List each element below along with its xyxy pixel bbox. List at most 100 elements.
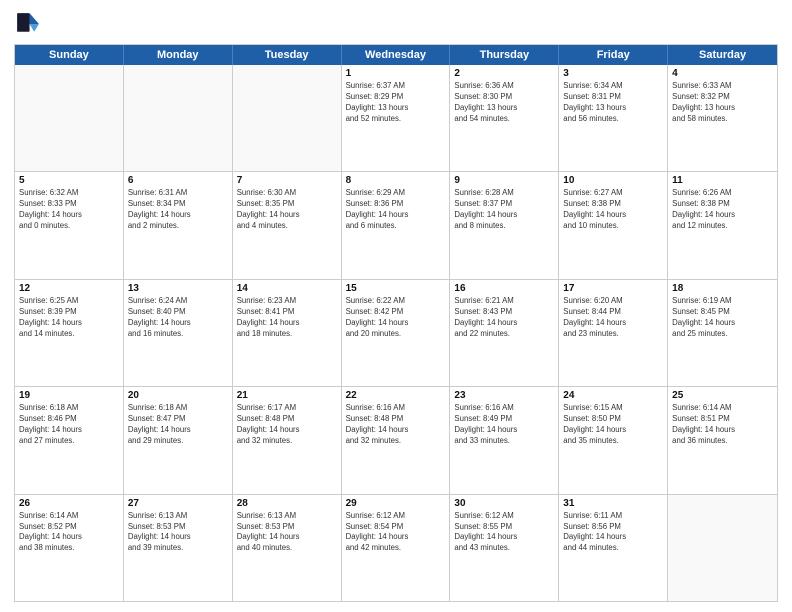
day-number: 31 — [563, 498, 663, 509]
day-number: 21 — [237, 390, 337, 401]
calendar-cell: 19 Sunrise: 6:18 AMSunset: 8:46 PMDayligh… — [15, 387, 124, 493]
logo-icon — [14, 10, 42, 38]
day-info: Sunrise: 6:13 AMSunset: 8:53 PMDaylight:… — [128, 511, 228, 555]
calendar-cell — [233, 65, 342, 171]
day-number: 15 — [346, 283, 446, 294]
day-info: Sunrise: 6:34 AMSunset: 8:31 PMDaylight:… — [563, 81, 663, 125]
calendar-header-tuesday: Tuesday — [233, 45, 342, 65]
calendar-cell: 29Sunrise: 6:12 AMSunset: 8:54 PMDayligh… — [342, 495, 451, 601]
day-info: Sunrise: 6:13 AMSunset: 8:53 PMDaylight:… — [237, 511, 337, 555]
calendar-cell: 25 Sunrise: 6:14 AMSunset: 8:51 PMDayligh… — [668, 387, 777, 493]
day-number: 9 — [454, 175, 554, 186]
day-info: Sunrise: 6:16 AMSunset: 8:49 PMDaylight:… — [454, 403, 554, 447]
day-number: 1 — [346, 68, 446, 79]
calendar-cell: 20Sunrise: 6:18 AMSunset: 8:47 PMDayligh… — [124, 387, 233, 493]
day-info: Sunrise: 6:24 AMSunset: 8:40 PMDaylight:… — [128, 296, 228, 340]
day-info: Sunrise: 6:31 AMSunset: 8:34 PMDaylight:… — [128, 188, 228, 232]
day-number: 17 — [563, 283, 663, 294]
day-info: Sunrise: 6:11 AMSunset: 8:56 PMDaylight:… — [563, 511, 663, 555]
calendar-cell: 27 Sunrise: 6:13 AMSunset: 8:53 PMDayligh… — [124, 495, 233, 601]
calendar-cell: 9 Sunrise: 6:28 AMSunset: 8:37 PMDaylight… — [450, 172, 559, 278]
calendar-cell: 18 Sunrise: 6:19 AMSunset: 8:45 PMDayligh… — [668, 280, 777, 386]
day-number: 11 — [672, 175, 773, 186]
day-info: Sunrise: 6:12 AMSunset: 8:54 PMDaylight:… — [346, 511, 446, 555]
calendar-cell: 5 Sunrise: 6:32 AMSunset: 8:33 PMDaylight… — [15, 172, 124, 278]
day-info: Sunrise: 6:21 AMSunset: 8:43 PMDaylight:… — [454, 296, 554, 340]
day-info: Sunrise: 6:26 AMSunset: 8:38 PMDaylight:… — [672, 188, 773, 232]
calendar-cell: 31 Sunrise: 6:11 AMSunset: 8:56 PMDayligh… — [559, 495, 668, 601]
day-number: 5 — [19, 175, 119, 186]
day-info: Sunrise: 6:14 AMSunset: 8:51 PMDaylight:… — [672, 403, 773, 447]
calendar-row-5: 26 Sunrise: 6:14 AMSunset: 8:52 PMDayligh… — [15, 494, 777, 601]
day-number: 4 — [672, 68, 773, 79]
calendar-row-2: 5 Sunrise: 6:32 AMSunset: 8:33 PMDaylight… — [15, 171, 777, 278]
day-number: 3 — [563, 68, 663, 79]
calendar-header-saturday: Saturday — [668, 45, 777, 65]
day-info: Sunrise: 6:17 AMSunset: 8:48 PMDaylight:… — [237, 403, 337, 447]
day-info: Sunrise: 6:20 AMSunset: 8:44 PMDaylight:… — [563, 296, 663, 340]
calendar-cell: 3 Sunrise: 6:34 AMSunset: 8:31 PMDaylight… — [559, 65, 668, 171]
day-number: 27 — [128, 498, 228, 509]
calendar-body: 1Sunrise: 6:37 AMSunset: 8:29 PMDaylight… — [15, 65, 777, 601]
calendar-row-1: 1Sunrise: 6:37 AMSunset: 8:29 PMDaylight… — [15, 65, 777, 171]
day-info: Sunrise: 6:29 AMSunset: 8:36 PMDaylight:… — [346, 188, 446, 232]
calendar-cell: 16 Sunrise: 6:21 AMSunset: 8:43 PMDayligh… — [450, 280, 559, 386]
calendar-cell: 11 Sunrise: 6:26 AMSunset: 8:38 PMDayligh… — [668, 172, 777, 278]
day-number: 19 — [19, 390, 119, 401]
day-info: Sunrise: 6:36 AMSunset: 8:30 PMDaylight:… — [454, 81, 554, 125]
day-number: 30 — [454, 498, 554, 509]
calendar-cell: 1Sunrise: 6:37 AMSunset: 8:29 PMDaylight… — [342, 65, 451, 171]
calendar-row-3: 12 Sunrise: 6:25 AMSunset: 8:39 PMDayligh… — [15, 279, 777, 386]
day-number: 14 — [237, 283, 337, 294]
day-number: 18 — [672, 283, 773, 294]
calendar-cell: 22Sunrise: 6:16 AMSunset: 8:48 PMDayligh… — [342, 387, 451, 493]
day-info: Sunrise: 6:18 AMSunset: 8:47 PMDaylight:… — [128, 403, 228, 447]
day-number: 23 — [454, 390, 554, 401]
day-info: Sunrise: 6:28 AMSunset: 8:37 PMDaylight:… — [454, 188, 554, 232]
day-info: Sunrise: 6:22 AMSunset: 8:42 PMDaylight:… — [346, 296, 446, 340]
day-info: Sunrise: 6:23 AMSunset: 8:41 PMDaylight:… — [237, 296, 337, 340]
calendar-header-row: SundayMondayTuesdayWednesdayThursdayFrid… — [15, 45, 777, 65]
calendar-cell: 7Sunrise: 6:30 AMSunset: 8:35 PMDaylight… — [233, 172, 342, 278]
day-info: Sunrise: 6:25 AMSunset: 8:39 PMDaylight:… — [19, 296, 119, 340]
calendar-cell: 26 Sunrise: 6:14 AMSunset: 8:52 PMDayligh… — [15, 495, 124, 601]
day-info: Sunrise: 6:15 AMSunset: 8:50 PMDaylight:… — [563, 403, 663, 447]
calendar-cell: 13 Sunrise: 6:24 AMSunset: 8:40 PMDayligh… — [124, 280, 233, 386]
day-info: Sunrise: 6:14 AMSunset: 8:52 PMDaylight:… — [19, 511, 119, 555]
day-number: 25 — [672, 390, 773, 401]
calendar-cell: 14 Sunrise: 6:23 AMSunset: 8:41 PMDayligh… — [233, 280, 342, 386]
calendar-cell: 8Sunrise: 6:29 AMSunset: 8:36 PMDaylight… — [342, 172, 451, 278]
day-number: 16 — [454, 283, 554, 294]
day-number: 12 — [19, 283, 119, 294]
calendar-row-4: 19 Sunrise: 6:18 AMSunset: 8:46 PMDayligh… — [15, 386, 777, 493]
day-number: 22 — [346, 390, 446, 401]
day-info: Sunrise: 6:18 AMSunset: 8:46 PMDaylight:… — [19, 403, 119, 447]
day-info: Sunrise: 6:12 AMSunset: 8:55 PMDaylight:… — [454, 511, 554, 555]
day-number: 2 — [454, 68, 554, 79]
calendar-cell: 10Sunrise: 6:27 AMSunset: 8:38 PMDayligh… — [559, 172, 668, 278]
logo — [14, 10, 46, 38]
day-number: 26 — [19, 498, 119, 509]
day-number: 28 — [237, 498, 337, 509]
day-info: Sunrise: 6:32 AMSunset: 8:33 PMDaylight:… — [19, 188, 119, 232]
page: SundayMondayTuesdayWednesdayThursdayFrid… — [0, 0, 792, 612]
calendar-cell: 17 Sunrise: 6:20 AMSunset: 8:44 PMDayligh… — [559, 280, 668, 386]
calendar-cell: 28 Sunrise: 6:13 AMSunset: 8:53 PMDayligh… — [233, 495, 342, 601]
calendar-cell: 24Sunrise: 6:15 AMSunset: 8:50 PMDayligh… — [559, 387, 668, 493]
calendar-header-sunday: Sunday — [15, 45, 124, 65]
day-info: Sunrise: 6:33 AMSunset: 8:32 PMDaylight:… — [672, 81, 773, 125]
calendar-cell: 15 Sunrise: 6:22 AMSunset: 8:42 PMDayligh… — [342, 280, 451, 386]
day-number: 13 — [128, 283, 228, 294]
day-info: Sunrise: 6:19 AMSunset: 8:45 PMDaylight:… — [672, 296, 773, 340]
calendar-cell — [668, 495, 777, 601]
header — [14, 10, 778, 38]
calendar-cell — [124, 65, 233, 171]
calendar-header-monday: Monday — [124, 45, 233, 65]
calendar: SundayMondayTuesdayWednesdayThursdayFrid… — [14, 44, 778, 602]
calendar-cell: 4 Sunrise: 6:33 AMSunset: 8:32 PMDaylight… — [668, 65, 777, 171]
day-info: Sunrise: 6:30 AMSunset: 8:35 PMDaylight:… — [237, 188, 337, 232]
calendar-cell — [15, 65, 124, 171]
day-number: 6 — [128, 175, 228, 186]
calendar-header-friday: Friday — [559, 45, 668, 65]
day-number: 10 — [563, 175, 663, 186]
